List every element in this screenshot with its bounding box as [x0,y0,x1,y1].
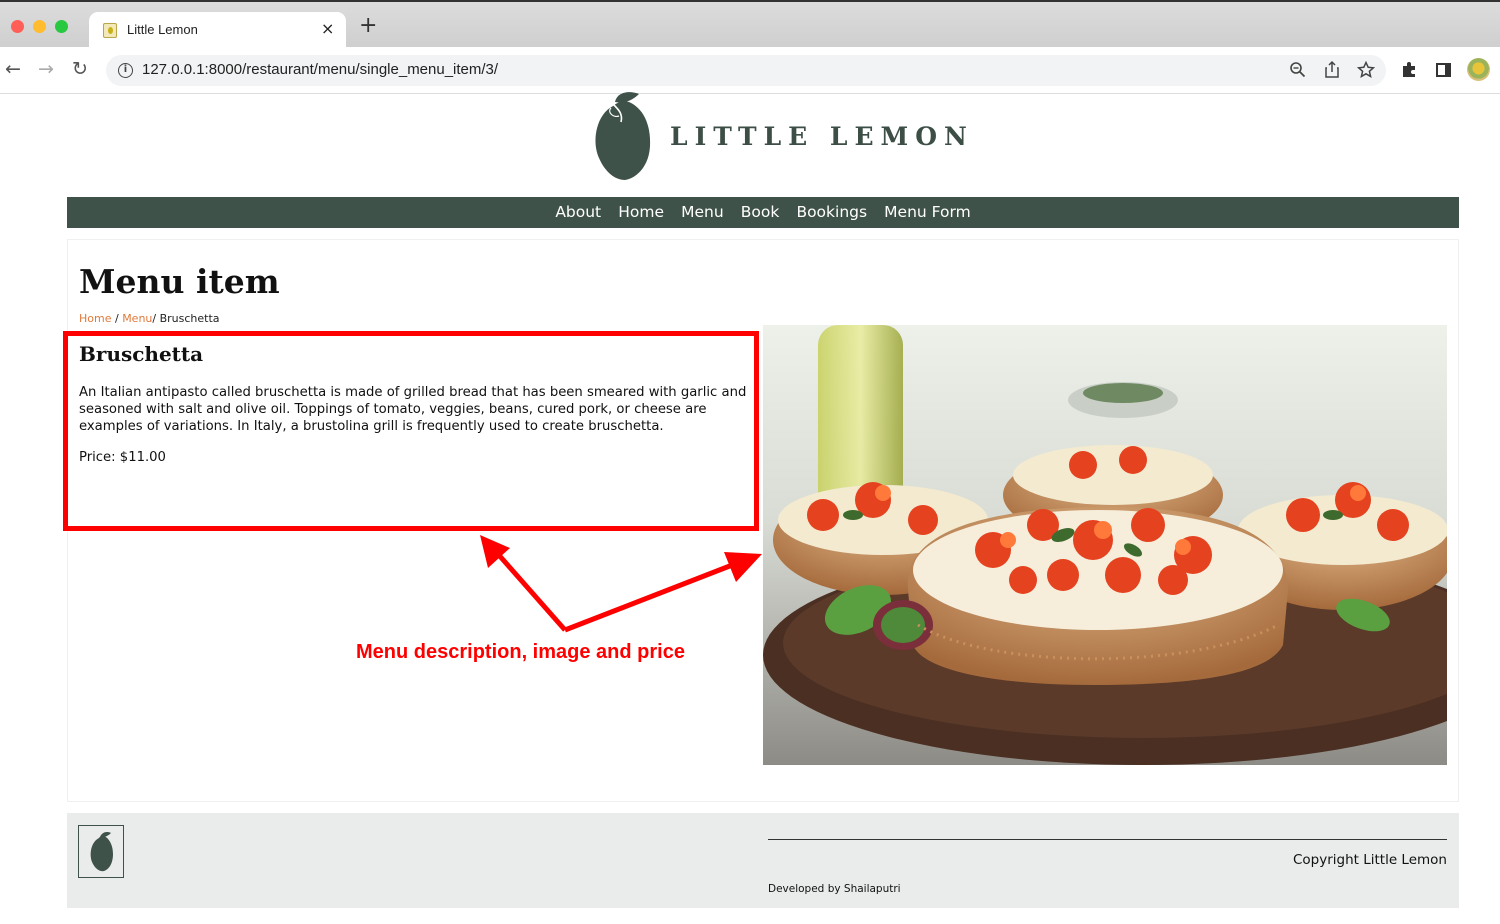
forward-button[interactable]: → [38,57,54,81]
annotation-highlight-box [63,331,759,531]
breadcrumb-separator: / [152,312,160,325]
nav-home[interactable]: Home [618,197,664,227]
nav-menu-form[interactable]: Menu Form [884,197,971,227]
nav-book[interactable]: Book [741,197,780,227]
main-nav: About Home Menu Book Bookings Menu Form [67,197,1459,228]
profile-avatar[interactable] [1467,58,1490,81]
nav-menu[interactable]: Menu [681,197,724,227]
tab-close-icon[interactable]: × [321,19,334,38]
close-window-icon[interactable] [11,20,24,33]
extensions-icon[interactable] [1401,61,1418,78]
maximize-window-icon[interactable] [55,20,68,33]
bookmark-star-icon[interactable] [1357,61,1375,79]
side-panel-icon[interactable] [1436,63,1451,77]
breadcrumb-separator: / [111,312,123,325]
copyright-text: Copyright Little Lemon [1292,852,1447,868]
browser-toolbar: ← → ↻ i 127.0.0.1:8000/restaurant/menu/s… [0,47,1500,94]
breadcrumb-menu-link[interactable]: Menu [122,312,152,325]
breadcrumb-home-link[interactable]: Home [79,312,111,325]
lemon-logo-icon [595,92,651,180]
lemon-logo-icon [90,832,113,872]
zoom-icon[interactable] [1289,61,1307,79]
brand-name: LITTLE LEMON [670,122,974,151]
minimize-window-icon[interactable] [33,20,46,33]
site-favicon-icon [103,23,117,38]
developed-by-text: Developed by Shailaputri [768,883,901,895]
nav-about[interactable]: About [555,197,601,227]
share-icon[interactable] [1324,60,1340,79]
breadcrumb-current: Bruschetta [159,312,220,325]
browser-tab-strip: Little Lemon × + [0,0,1500,49]
site-logo[interactable]: LITTLE LEMON [593,88,967,183]
breadcrumb: Home / Menu/ Bruschetta [79,312,220,325]
footer-divider [768,839,1447,840]
site-info-icon[interactable]: i [118,63,133,78]
browser-tab[interactable]: Little Lemon × [89,12,346,49]
footer-logo[interactable] [78,825,124,878]
back-button[interactable]: ← [5,57,21,81]
reload-button[interactable]: ↻ [72,57,88,81]
url-text[interactable]: 127.0.0.1:8000/restaurant/menu/single_me… [142,61,498,78]
annotation-arrows [480,535,762,633]
new-tab-button[interactable]: + [359,15,377,37]
nav-bookings[interactable]: Bookings [796,197,867,227]
address-bar[interactable]: i 127.0.0.1:8000/restaurant/menu/single_… [106,55,1386,86]
annotation-label: Menu description, image and price [356,641,685,663]
site-footer: Copyright Little Lemon Developed by Shai… [67,813,1459,908]
tab-title: Little Lemon [127,22,198,37]
page-title: Menu item [79,262,280,301]
bruschetta-image [763,325,1447,765]
